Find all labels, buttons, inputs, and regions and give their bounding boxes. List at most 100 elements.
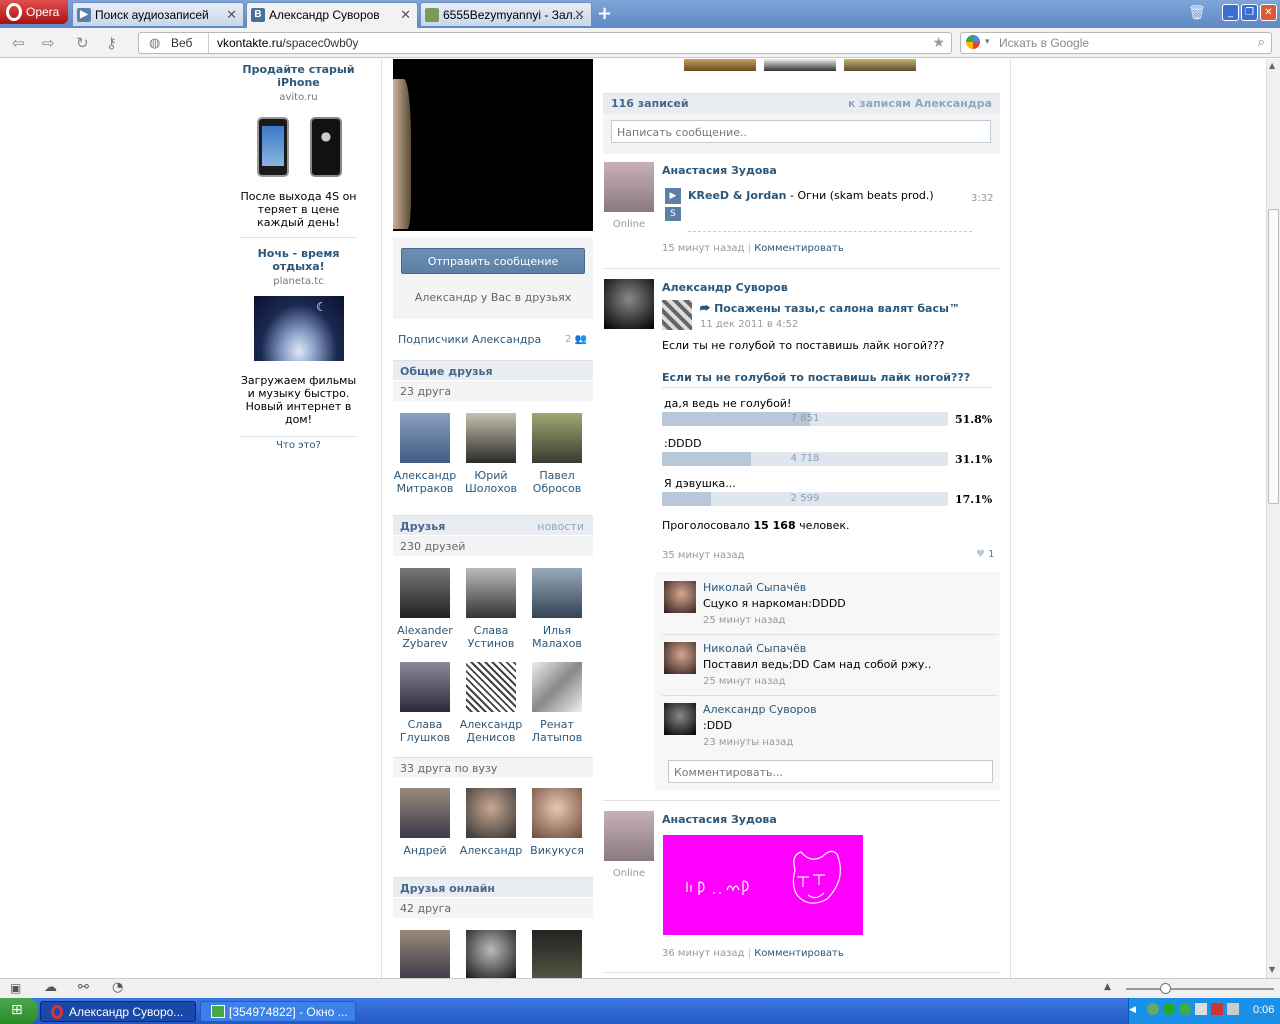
friend-avatar[interactable]: [466, 413, 516, 463]
post-time[interactable]: 36 минут назад: [662, 948, 744, 959]
poll-bar[interactable]: 2 599: [662, 492, 948, 506]
new-tab-button[interactable]: +: [597, 3, 612, 24]
restore-button[interactable]: ❐: [1241, 4, 1258, 21]
friends-news-link[interactable]: новости: [537, 520, 584, 533]
chevron-down-icon[interactable]: ▾: [985, 36, 990, 47]
search-icon[interactable]: ⌕: [1258, 34, 1265, 50]
repost-date[interactable]: 11 дек 2011 в 4:52: [700, 319, 798, 330]
ad-title[interactable]: Продайте старый iPhone: [240, 63, 357, 89]
scrollbar-thumb[interactable]: [1268, 209, 1279, 504]
friend-avatar[interactable]: [466, 788, 516, 838]
friend-avatar[interactable]: [532, 662, 582, 712]
friend-card[interactable]: Слава Глушков: [392, 662, 458, 744]
ads-what-link[interactable]: Что это?: [240, 440, 357, 451]
friend-avatar[interactable]: [466, 662, 516, 712]
volume-icon[interactable]: [1227, 1003, 1239, 1015]
url-text[interactable]: vkontakte.ru/spacec0wb0y: [217, 36, 358, 50]
friend-card[interactable]: Alexander Zybarev: [392, 568, 458, 650]
wall-all-posts-link[interactable]: к записям Александра: [848, 97, 992, 110]
bookmark-star-icon[interactable]: ★: [932, 34, 945, 51]
post-time[interactable]: 15 минут назад: [662, 243, 744, 254]
audio-s-button[interactable]: S: [665, 207, 681, 221]
tray-app-icon[interactable]: [1147, 1003, 1159, 1015]
friend-card[interactable]: Андрей: [392, 788, 458, 857]
friend-avatar[interactable]: [466, 930, 516, 978]
comment-link[interactable]: Комментировать: [754, 948, 844, 959]
reload-icon[interactable]: ↻: [76, 34, 89, 52]
trash-icon[interactable]: 🗑: [1188, 5, 1206, 21]
close-tab-icon[interactable]: ✕: [574, 7, 585, 23]
friend-card[interactable]: Александр: [458, 788, 524, 857]
minimize-button[interactable]: _: [1222, 4, 1239, 21]
tray-app-icon[interactable]: [1211, 1003, 1223, 1015]
friend-avatar[interactable]: [532, 413, 582, 463]
reply-time[interactable]: 23 минуты назад: [703, 737, 793, 748]
page-scrollbar[interactable]: ▲ ▼: [1266, 59, 1280, 978]
address-field[interactable]: ◍ Веб vkontakte.ru/spacec0wb0y ★: [138, 32, 952, 54]
post-author-link[interactable]: Анастасия Зудова: [662, 813, 777, 826]
subscribers-link[interactable]: Подписчики Александра: [398, 333, 541, 346]
share-icon[interactable]: ⚯: [78, 980, 89, 995]
utorrent-icon[interactable]: [1163, 1003, 1175, 1015]
friend-card[interactable]: Александр Митраков: [392, 413, 458, 495]
friend-card[interactable]: Юрий Шолохов: [458, 413, 524, 495]
photo-thumbnail[interactable]: [764, 59, 836, 71]
reply-avatar[interactable]: [664, 581, 696, 613]
taskbar-item-chat[interactable]: [354974822] - Окно ...: [200, 1001, 356, 1022]
speed-dial-icon[interactable]: ◔: [112, 980, 123, 995]
address-mode[interactable]: ◍ Веб: [139, 33, 209, 53]
tray-app-icon[interactable]: [1179, 1003, 1191, 1015]
author-avatar[interactable]: [604, 162, 654, 212]
poll-option-label[interactable]: :DDDD: [664, 437, 702, 450]
poll-bar[interactable]: 4 718: [662, 452, 948, 466]
friend-avatar[interactable]: [400, 413, 450, 463]
audio-play-button[interactable]: ▶: [665, 188, 681, 204]
reply-author-link[interactable]: Николай Сыпачёв: [703, 642, 806, 655]
tray-expand-icon[interactable]: ◀: [1129, 1004, 1136, 1015]
photo-thumbnail[interactable]: [844, 59, 916, 71]
friend-avatar[interactable]: [532, 930, 582, 978]
poll-option-label[interactable]: Я дэвушка...: [664, 477, 736, 490]
scroll-down-icon[interactable]: ▼: [1269, 965, 1275, 974]
panel-toggle-icon[interactable]: ▣: [10, 981, 21, 995]
tab-profile[interactable]: B Александр Суворов ✕: [246, 2, 418, 28]
profile-photo[interactable]: [393, 59, 593, 231]
friend-card[interactable]: Александр Денисов: [458, 662, 524, 744]
wall-post-input[interactable]: Написать сообщение..: [611, 120, 991, 143]
post-time[interactable]: 35 минут назад: [662, 550, 744, 561]
subscribers-count[interactable]: 2 👥: [565, 334, 587, 345]
repost-avatar[interactable]: [662, 300, 692, 330]
reply-author-link[interactable]: Николай Сыпачёв: [703, 581, 806, 594]
zoom-slider[interactable]: [1126, 983, 1274, 994]
friend-card[interactable]: Ренат Латыпов: [524, 662, 590, 744]
friend-card[interactable]: [392, 930, 458, 978]
comment-link[interactable]: Комментировать: [754, 243, 844, 254]
post-author-link[interactable]: Александр Суворов: [662, 281, 788, 294]
comment-input[interactable]: Комментировать...: [668, 760, 993, 783]
friends-header[interactable]: Друзья новости: [393, 515, 593, 535]
friend-card[interactable]: Викукуся: [524, 788, 590, 857]
friend-card[interactable]: Слава Устинов: [458, 568, 524, 650]
tab-album[interactable]: 6555Bezymyannyi - Зал... ✕: [420, 2, 592, 26]
common-friends-header[interactable]: Общие друзья: [393, 360, 593, 380]
clock[interactable]: 0:06: [1253, 1004, 1274, 1016]
friend-card[interactable]: [524, 930, 590, 978]
repost-source[interactable]: ⮫ Посажены тазы,с салона валят басы™: [700, 302, 960, 316]
tab-audio-search[interactable]: ▶ Поиск аудиозаписей ✕: [72, 2, 244, 26]
online-friends-header[interactable]: Друзья онлайн: [393, 877, 593, 897]
friend-avatar[interactable]: [400, 930, 450, 978]
friend-avatar[interactable]: [532, 568, 582, 618]
cloud-icon[interactable]: ☁: [44, 980, 57, 995]
key-icon[interactable]: ⚷: [106, 34, 117, 52]
send-message-button[interactable]: Отправить сообщение: [401, 248, 585, 274]
close-tab-icon[interactable]: ✕: [400, 7, 411, 23]
reply-time[interactable]: 25 минут назад: [703, 676, 785, 687]
poll-bar[interactable]: 7 851: [662, 412, 948, 426]
back-icon[interactable]: ⇦: [12, 34, 25, 52]
like-button[interactable]: ♥ 1: [976, 549, 995, 560]
ad-title[interactable]: Ночь - время отдыха!: [240, 247, 357, 273]
reply-avatar[interactable]: [664, 642, 696, 674]
close-tab-icon[interactable]: ✕: [226, 7, 237, 23]
photo-thumbnail[interactable]: [684, 59, 756, 71]
post-author-link[interactable]: Анастасия Зудова: [662, 164, 777, 177]
